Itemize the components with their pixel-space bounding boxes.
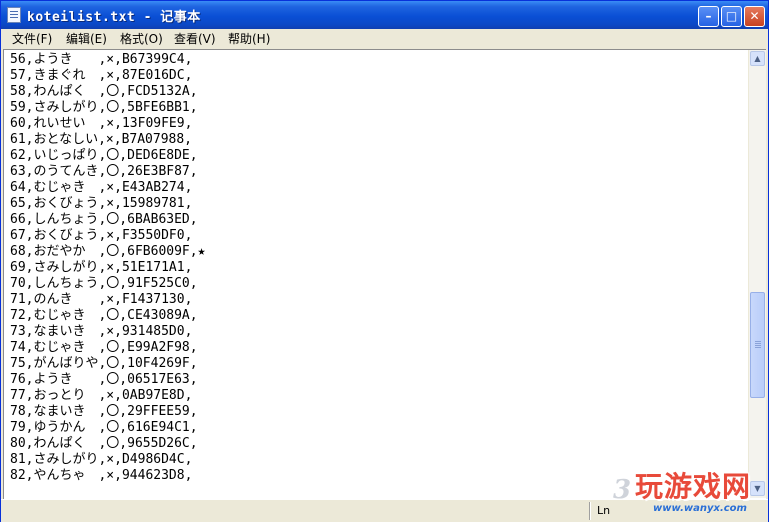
cursor-position: Ln — [597, 504, 611, 517]
text-line: 75,がんばりや,〇,10F4269F, — [10, 356, 198, 371]
text-line: 74,むじゃき ,〇,E99A2F98, — [10, 340, 198, 355]
vertical-scrollbar[interactable]: ▲ ▼ — [748, 50, 766, 498]
text-line: 73,なまいき ,×,931485D0, — [10, 324, 193, 339]
text-line: 71,のんき ,×,F1437130, — [10, 292, 193, 307]
menu-help[interactable]: 帮助(H) — [225, 31, 273, 47]
menu-view[interactable]: 查看(V) — [171, 31, 219, 47]
scrollbar-thumb[interactable] — [750, 292, 765, 398]
text-editor[interactable]: 56,ようき ,×,B67399C4, 57,きまぐれ ,×,87E016DC,… — [3, 49, 766, 499]
text-line: 67,おくびょう,×,F3550DF0, — [10, 228, 193, 243]
watermark-badge: 3 — [613, 475, 632, 505]
text-line: 66,しんちょう,〇,6BAB63ED, — [10, 212, 198, 227]
text-line: 65,おくびょう,×,15989781, — [10, 196, 193, 211]
notepad-icon[interactable] — [7, 7, 21, 23]
text-line: 58,わんぱく ,〇,FCD5132A, — [10, 84, 198, 99]
text-line: 68,おだやか ,〇,6FB6009F,★ — [10, 244, 206, 259]
menu-file[interactable]: 文件(F) — [9, 31, 55, 47]
scroll-up-icon[interactable]: ▲ — [750, 51, 765, 66]
text-line: 62,いじっぱり,〇,DED6E8DE, — [10, 148, 198, 163]
watermark-url: www.wanyx.com — [653, 503, 747, 514]
notepad-window: koteilist.txt - 记事本 – □ ✕ 文件(F) 编辑(E) 格式… — [0, 0, 769, 522]
text-line: 57,きまぐれ ,×,87E016DC, — [10, 68, 193, 83]
maximize-button[interactable]: □ — [721, 6, 742, 27]
watermark-logo: 玩游戏网 — [635, 470, 752, 503]
text-content[interactable]: 56,ようき ,×,B67399C4, 57,きまぐれ ,×,87E016DC,… — [10, 52, 745, 498]
text-line: 59,さみしがり,〇,5BFE6BB1, — [10, 100, 198, 115]
window-title: koteilist.txt - 记事本 — [27, 10, 201, 25]
text-line: 64,むじゃき ,×,E43AB274, — [10, 180, 193, 195]
text-line: 60,れいせい ,×,13F09FE9, — [10, 116, 193, 131]
text-line: 76,ようき ,〇,06517E63, — [10, 372, 198, 387]
title-bar[interactable]: koteilist.txt - 记事本 – □ ✕ — [1, 1, 768, 29]
text-line: 79,ゆうかん ,〇,616E94C1, — [10, 420, 198, 435]
grip-icon — [755, 341, 761, 348]
site-watermark: 3 玩游戏网 www.wanyx.com — [613, 465, 761, 519]
text-line: 77,おっとり ,×,0AB97E8D, — [10, 388, 193, 403]
menu-format[interactable]: 格式(O) — [117, 31, 166, 47]
text-line: 63,のうてんき,〇,26E3BF87, — [10, 164, 198, 179]
text-line: 69,さみしがり,×,51E171A1, — [10, 260, 193, 275]
minimize-button[interactable]: – — [698, 6, 719, 27]
text-line: 72,むじゃき ,〇,CE43089A, — [10, 308, 198, 323]
menu-bar: 文件(F) 编辑(E) 格式(O) 查看(V) 帮助(H) — [1, 29, 768, 49]
text-line: 61,おとなしい,×,B7A07988, — [10, 132, 193, 147]
close-button[interactable]: ✕ — [744, 6, 765, 27]
text-line: 56,ようき ,×,B67399C4, — [10, 52, 193, 67]
menu-edit[interactable]: 编辑(E) — [63, 31, 110, 47]
text-line: 78,なまいき ,〇,29FFEE59, — [10, 404, 198, 419]
text-line: 80,わんぱく ,〇,9655D26C, — [10, 436, 198, 451]
text-line: 70,しんちょう,〇,91F525C0, — [10, 276, 198, 291]
status-divider — [589, 502, 590, 520]
